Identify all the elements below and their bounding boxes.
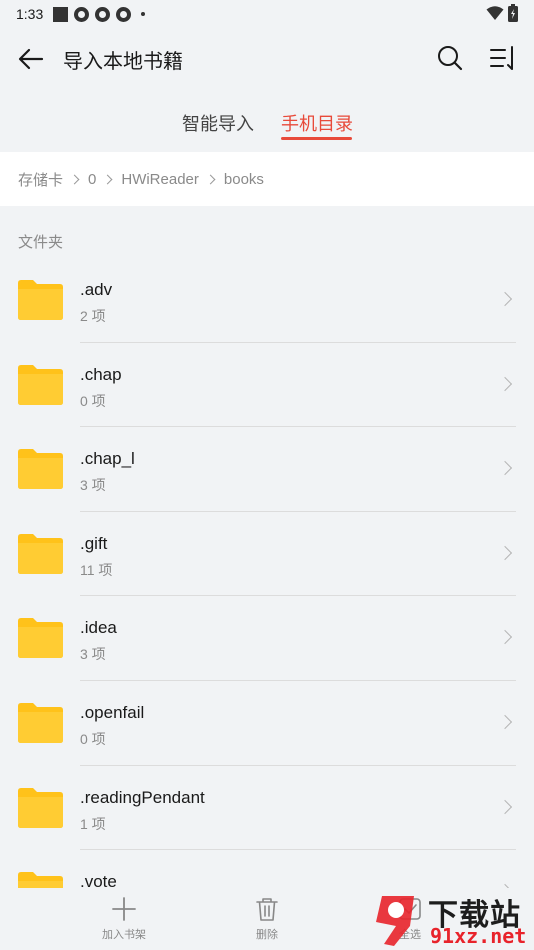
watermark-logo-icon [376,896,414,946]
folder-row[interactable]: .idea 3 项 [0,596,534,681]
add-to-shelf-label: 加入书架 [102,929,146,941]
search-icon[interactable] [436,44,464,72]
folder-name: .idea [80,618,117,638]
wifi-icon [486,6,504,20]
folder-icon [18,787,63,828]
folder-name: .gift [80,533,108,553]
delete-label: 删除 [256,929,278,941]
add-to-shelf-button[interactable]: 加入书架 [79,896,169,942]
folder-name: .chap [80,364,122,384]
status-right [486,4,518,22]
chevron-right-icon [497,799,513,814]
more-notifications-dot-icon [141,12,146,16]
folder-icon [18,702,63,743]
folder-row[interactable]: .readingPendant 1 项 [0,766,534,851]
chevron-right-icon [497,630,513,645]
chevron-right-icon [497,714,513,730]
folder-row[interactable]: .chap_l 3 项 [0,427,534,512]
page-title: 导入本地书籍 [63,51,183,73]
status-bar: 1:33 [0,0,534,28]
folder-name: .readingPendant [80,787,205,807]
watermark-url: 91xz.net [430,924,527,948]
tab-bar: 智能导入 手机目录 [0,106,534,146]
folder-item-count: 11 项 [80,561,113,578]
folder-icon [18,280,63,320]
folder-item-count: 1 项 [80,815,106,832]
folder-row[interactable]: .gift 11 项 [0,512,534,597]
chevron-right-icon [102,174,113,184]
folder-item-count: 3 项 [80,646,106,663]
notification-app-icon [116,6,132,22]
folder-name: .openfail [80,702,145,722]
breadcrumb-0[interactable]: 0 [88,171,96,188]
section-title: 文件夹 [18,234,64,251]
chevron-right-icon [497,545,513,560]
watermark: 下载站 91xz.net [368,888,534,950]
folder-item-count: 3 项 [80,477,106,494]
folder-name: .vote [80,872,117,888]
folder-row[interactable]: .adv 2 项 [0,258,534,343]
breadcrumb: 存储卡 0 HWiReader books [0,152,534,206]
status-time: 1:33 [16,6,44,22]
folder-name: .adv [80,280,113,299]
folder-icon [18,618,63,659]
folder-item-count: 0 项 [80,730,106,747]
tab-active-indicator [281,137,352,140]
chevron-right-icon [497,291,513,307]
folder-item-count: 0 项 [80,392,106,409]
breadcrumb-storage-card[interactable]: 存储卡 [18,169,63,190]
breadcrumb-books[interactable]: books [224,171,264,188]
chevron-right-icon [497,376,513,391]
breadcrumb-hwireader[interactable]: HWiReader [121,171,199,188]
notification-app-icon [95,6,111,22]
folder-icon [18,872,63,888]
chevron-right-icon [205,174,216,184]
folder-name: .chap_l [80,449,135,469]
folder-icon [18,449,63,490]
trash-icon [256,898,278,921]
app-bar: 导入本地书籍 [0,28,534,88]
folder-list: .adv 2 项 .chap 0 项 .chap_l 3 项 .gift 11 … [0,258,534,888]
tab-smart-import[interactable]: 智能导入 [182,110,254,136]
folder-row[interactable]: .chap 0 项 [0,343,534,428]
folder-row[interactable]: .openfail 0 项 [0,681,534,766]
delete-button[interactable]: 删除 [222,896,312,942]
folder-icon [18,533,63,574]
folder-item-count: 2 项 [80,308,106,324]
notification-square-icon [53,6,69,22]
plus-icon [112,897,136,921]
folder-icon [18,364,63,405]
back-arrow-icon[interactable] [16,44,46,74]
battery-icon [508,4,518,22]
chevron-right-icon [69,174,80,184]
notification-app-icon [74,6,90,22]
chevron-right-icon [497,461,513,476]
tab-phone-directory[interactable]: 手机目录 [281,110,353,136]
folder-row[interactable]: .vote [0,850,534,888]
sort-icon[interactable] [488,44,518,72]
